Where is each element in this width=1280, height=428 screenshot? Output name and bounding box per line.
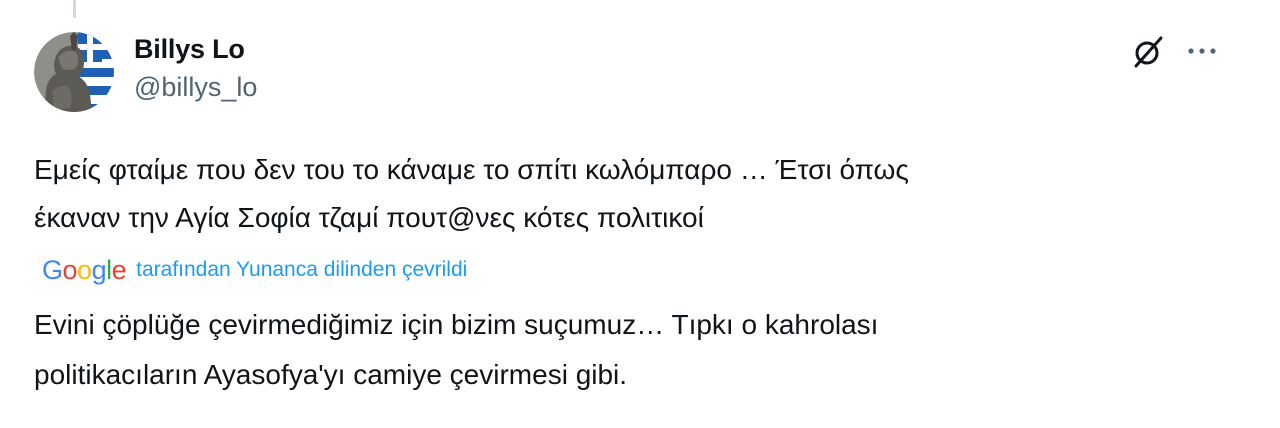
author-handle[interactable]: @billys_lo xyxy=(134,69,257,105)
avatar[interactable] xyxy=(34,32,114,112)
google-logo-letter: G xyxy=(42,254,63,285)
tweet-author[interactable]: Billys Lo @billys_lo xyxy=(134,31,257,105)
google-logo: Google xyxy=(42,254,127,285)
tweet-original-text: Εμείς φταίμε που δεν του το κάναμε το σπ… xyxy=(34,154,909,233)
google-logo-letter: e xyxy=(111,254,127,285)
translation-attribution: Google tarafından Yunanca dilinden çevri… xyxy=(42,252,467,288)
thread-connector-line xyxy=(73,0,76,18)
google-logo-letter: o xyxy=(62,254,78,285)
more-icon xyxy=(1188,48,1216,54)
author-display-name[interactable]: Billys Lo xyxy=(134,31,257,67)
translation-label-link[interactable]: tarafından Yunanca dilinden çevrildi xyxy=(136,258,467,282)
google-logo-letter: o xyxy=(77,254,92,285)
tweet-translated-text: Evini çöplüğe çevirmediğimiz için bizim … xyxy=(34,309,879,390)
grok-icon xyxy=(1134,36,1163,68)
grok-button[interactable] xyxy=(1128,32,1168,72)
more-options-button[interactable] xyxy=(1180,30,1224,74)
google-logo-letter: g xyxy=(91,254,107,285)
avatar-image xyxy=(34,32,114,112)
